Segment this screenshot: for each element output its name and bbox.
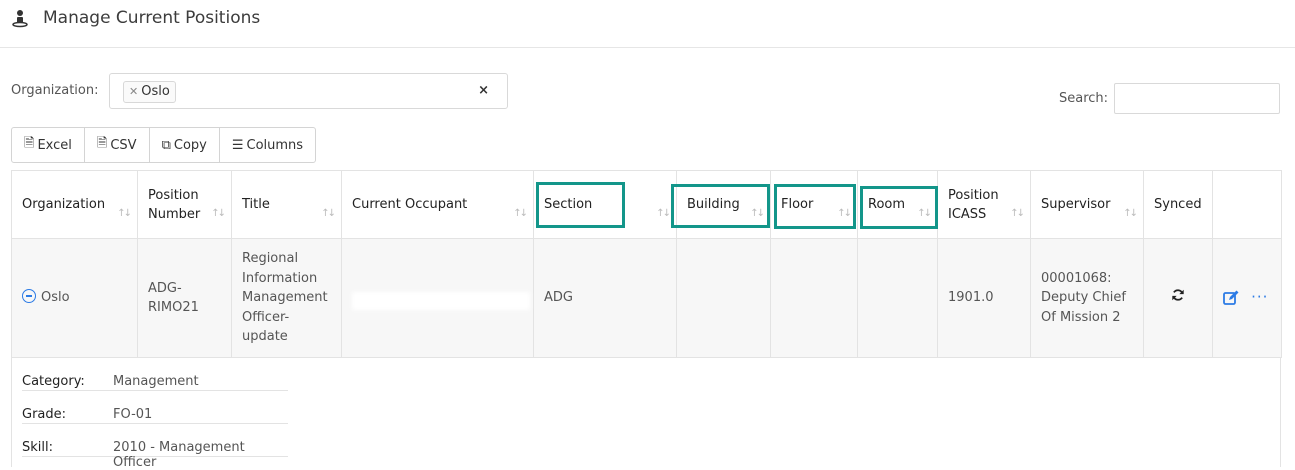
column-actions bbox=[1212, 170, 1282, 239]
organization-label: Organization: bbox=[11, 83, 99, 98]
organization-tag[interactable]: ✕ Oslo bbox=[123, 81, 176, 103]
sort-icon[interactable]: ↑↓ bbox=[1010, 204, 1025, 223]
cell-actions: ··· bbox=[1212, 238, 1282, 358]
cell-current-occupant bbox=[341, 238, 534, 358]
column-position-number[interactable]: Position Number ↑↓ bbox=[137, 170, 232, 239]
detail-row-grade: Grade: FO-01 bbox=[22, 390, 288, 424]
user-position-icon bbox=[12, 10, 28, 28]
sort-icon[interactable]: ↑↓ bbox=[917, 204, 932, 223]
detail-row-category: Category: Management bbox=[22, 357, 288, 391]
cell-building bbox=[676, 238, 771, 358]
csv-icon: 🗎 bbox=[96, 136, 108, 151]
sort-icon[interactable]: ↑↓ bbox=[211, 204, 226, 223]
sync-icon[interactable] bbox=[1171, 288, 1185, 302]
copy-icon: ⧉ bbox=[161, 137, 171, 153]
collapse-row-icon[interactable] bbox=[22, 289, 36, 304]
column-floor[interactable]: Floor ↑↓ bbox=[770, 170, 858, 239]
column-room[interactable]: Room ↑↓ bbox=[857, 170, 938, 239]
cell-position-icass: 1901.0 bbox=[937, 238, 1031, 358]
excel-button[interactable]: 🗎 Excel bbox=[12, 128, 85, 162]
export-toolbar: 🗎 Excel 🗎 CSV ⧉ Copy ☰ Columns bbox=[11, 127, 317, 163]
column-building[interactable]: Building ↑↓ bbox=[676, 170, 771, 239]
column-synced[interactable]: Synced bbox=[1143, 170, 1213, 239]
sort-icon[interactable]: ↑↓ bbox=[837, 204, 852, 223]
sort-icon[interactable]: ↑↓ bbox=[117, 204, 132, 223]
remove-tag-icon[interactable]: ✕ bbox=[129, 85, 138, 98]
copy-button[interactable]: ⧉ Copy bbox=[150, 128, 220, 162]
sort-icon[interactable]: ↑↓ bbox=[1123, 204, 1138, 223]
table-header-row: Organization ↑↓ Position Number ↑↓ Title ↑↓… bbox=[11, 170, 1282, 239]
redacted-occupant bbox=[352, 292, 530, 310]
cell-room bbox=[857, 238, 938, 358]
cell-floor bbox=[770, 238, 858, 358]
cell-organization[interactable]: Oslo bbox=[11, 238, 138, 358]
column-current-occupant[interactable]: Current Occupant ↑↓ bbox=[341, 170, 534, 239]
search-input[interactable] bbox=[1114, 83, 1280, 114]
sort-icon[interactable]: ↑↓ bbox=[656, 204, 671, 223]
sort-icon[interactable]: ↑↓ bbox=[513, 204, 528, 223]
column-supervisor[interactable]: Supervisor ↑↓ bbox=[1030, 170, 1144, 239]
column-section[interactable]: Section ↑↓ bbox=[533, 170, 677, 239]
organization-select[interactable]: ✕ Oslo × bbox=[109, 73, 508, 109]
organization-tag-label: Oslo bbox=[141, 84, 170, 99]
cell-synced bbox=[1143, 238, 1213, 358]
clear-selection-icon[interactable]: × bbox=[478, 83, 489, 98]
cell-position-number: ADG-RIMO21 bbox=[137, 238, 232, 358]
positions-table: Organization ↑↓ Position Number ↑↓ Title ↑↓… bbox=[11, 170, 1282, 358]
cell-supervisor: 00001068: Deputy Chief Of Mission 2 bbox=[1030, 238, 1144, 358]
edit-icon[interactable] bbox=[1223, 290, 1239, 306]
detail-row-skill: Skill: 2010 - Management Officer bbox=[22, 423, 288, 470]
table-row: Oslo ADG-RIMO21 Regional Information Man… bbox=[11, 238, 1282, 358]
columns-icon: ☰ bbox=[231, 137, 244, 153]
column-organization[interactable]: Organization ↑↓ bbox=[11, 170, 138, 239]
cell-title: Regional Information Management Officer-… bbox=[231, 238, 342, 358]
columns-button[interactable]: ☰ Columns bbox=[220, 128, 315, 162]
row-details: Category: Management Grade: FO-01 Skill: 20… bbox=[11, 357, 1281, 470]
cell-section: ADG bbox=[533, 238, 677, 358]
column-position-icass[interactable]: Position ICASS ↑↓ bbox=[937, 170, 1031, 239]
sort-icon[interactable]: ↑↓ bbox=[750, 204, 765, 223]
search-label: Search: bbox=[1059, 91, 1109, 106]
column-title[interactable]: Title ↑↓ bbox=[231, 170, 342, 239]
page-title: Manage Current Positions bbox=[43, 8, 261, 28]
sort-icon[interactable]: ↑↓ bbox=[321, 204, 336, 223]
more-options-icon[interactable]: ··· bbox=[1251, 288, 1268, 306]
csv-button[interactable]: 🗎 CSV bbox=[85, 128, 150, 162]
excel-icon: 🗎 bbox=[24, 136, 35, 151]
page-header: Manage Current Positions bbox=[0, 0, 1295, 48]
